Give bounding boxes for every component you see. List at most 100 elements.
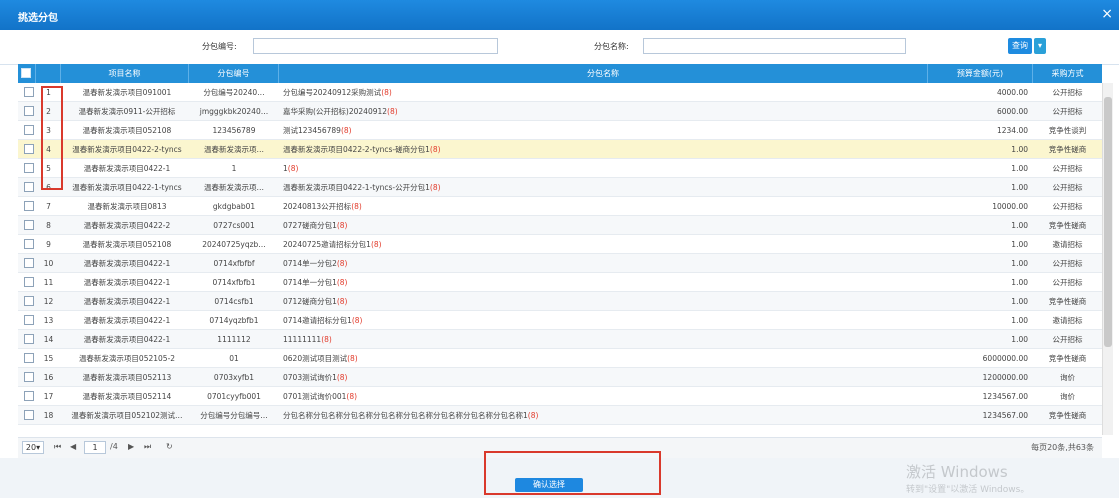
page-size-select[interactable]: 20▾	[22, 441, 44, 454]
row-package-name-text: 20240725邀请招标分包1	[283, 240, 371, 249]
row-budget: 1.00	[1011, 240, 1028, 249]
table-row[interactable]: 2 温春新发演示0911-公开招标 jmgggkbk20240… 嘉华采购(公开…	[18, 102, 1102, 121]
table-row[interactable]: 9 温春新发演示项目052108 20240725yqzb… 20240725邀…	[18, 235, 1102, 254]
row-package-name: 0703测试询价1(8)	[283, 368, 923, 387]
row-checkbox[interactable]	[24, 410, 34, 420]
row-package-name: 20240725邀请招标分包1(8)	[283, 235, 923, 254]
row-method: 竞争性谈判	[1048, 126, 1087, 135]
row-checkbox[interactable]	[24, 315, 34, 325]
table-row[interactable]: 16 温春新发演示项目052113 0703xyfb1 0703测试询价1(8)…	[18, 368, 1102, 387]
table-row[interactable]: 17 温春新发演示项目052114 0701cyyfb001 0701测试询价0…	[18, 387, 1102, 406]
row-package-name-text: 20240813公开招标	[283, 202, 352, 211]
row-package-name: 20240813公开招标(8)	[283, 197, 923, 216]
row-package-name-mark: (8)	[336, 373, 348, 382]
row-budget: 1200000.00	[982, 373, 1028, 382]
table-body: 1 温春新发演示项目091001 分包编号20240… 分包编号20240912…	[18, 83, 1102, 425]
row-method: 公开招标	[1052, 278, 1083, 287]
row-method: 公开招标	[1052, 107, 1083, 116]
row-project-name: 温春新发演示项目0422-1	[83, 164, 171, 173]
row-checkbox[interactable]	[24, 296, 34, 306]
row-package-name-mark: (8)	[351, 316, 363, 325]
search-button[interactable]: 查询	[1008, 38, 1032, 54]
table-row[interactable]: 8 温春新发演示项目0422-2 0727cs001 0727磋商分包1(8) …	[18, 216, 1102, 235]
row-checkbox[interactable]	[24, 87, 34, 97]
chevron-down-icon[interactable]: ▾	[1034, 38, 1046, 54]
row-checkbox[interactable]	[24, 144, 34, 154]
first-page-icon[interactable]: ⏮	[54, 442, 61, 452]
header-project-name[interactable]: 项目名称	[61, 64, 189, 83]
table-row[interactable]: 12 温春新发演示项目0422-1 0714csfb1 0712磋商分包1(8)…	[18, 292, 1102, 311]
row-package-name-mark: (8)	[387, 107, 398, 116]
table-row[interactable]: 13 温春新发演示项目0422-1 0714yqzbfb1 0714邀请招标分包…	[18, 311, 1102, 330]
row-index: 9	[46, 240, 51, 249]
row-checkbox[interactable]	[24, 239, 34, 249]
row-package-no: 0714csfb1	[214, 297, 254, 306]
select-all-checkbox[interactable]	[21, 68, 31, 78]
table-row[interactable]: 1 温春新发演示项目091001 分包编号20240… 分包编号20240912…	[18, 83, 1102, 102]
row-package-name-mark: (8)	[429, 183, 441, 192]
header-package-name[interactable]: 分包名称	[279, 64, 928, 83]
row-project-name: 温春新发演示项目0422-1	[83, 335, 171, 344]
page-number-input[interactable]: 1	[84, 441, 106, 454]
table-row[interactable]: 10 温春新发演示项目0422-1 0714xfbfbf 0714单一分包2(8…	[18, 254, 1102, 273]
header-package-no[interactable]: 分包编号	[189, 64, 279, 83]
row-checkbox[interactable]	[24, 106, 34, 116]
last-page-icon[interactable]: ⏭	[144, 442, 151, 452]
row-package-name: 0727磋商分包1(8)	[283, 216, 923, 235]
prev-page-icon[interactable]: ◀	[70, 442, 76, 451]
table-row[interactable]: 14 温春新发演示项目0422-1 1111112 11111111(8) 1.…	[18, 330, 1102, 349]
table-row[interactable]: 18 温春新发演示项目052102测试… 分包编号分包编号… 分包名称分包名称分…	[18, 406, 1102, 425]
package-no-input[interactable]	[253, 38, 498, 54]
row-method: 竞争性磋商	[1048, 354, 1087, 363]
row-package-name-mark: (8)	[336, 278, 348, 287]
row-project-name: 温春新发演示项目0422-2-tyncs	[72, 145, 182, 154]
package-name-input[interactable]	[643, 38, 906, 54]
row-project-name: 温春新发演示0911-公开招标	[78, 107, 176, 116]
row-package-name-text: 0701测试询价001	[283, 392, 347, 401]
table-row[interactable]: 5 温春新发演示项目0422-1 1 1(8) 1.00 公开招标	[18, 159, 1102, 178]
row-method: 竞争性磋商	[1048, 221, 1087, 230]
row-checkbox[interactable]	[24, 182, 34, 192]
table-row[interactable]: 6 温春新发演示项目0422-1-tyncs 温春新发演示项… 温春新发演示项目…	[18, 178, 1102, 197]
row-checkbox[interactable]	[24, 353, 34, 363]
refresh-icon[interactable]: ↻	[166, 442, 173, 451]
table-row[interactable]: 15 温春新发演示项目052105-2 01 0620测试项目测试(8) 600…	[18, 349, 1102, 368]
row-index: 14	[43, 335, 54, 344]
row-checkbox[interactable]	[24, 220, 34, 230]
table-row[interactable]: 11 温春新发演示项目0422-1 0714xfbfb1 0714单一分包1(8…	[18, 273, 1102, 292]
row-index: 11	[43, 278, 54, 287]
table-row[interactable]: 3 温春新发演示项目052108 123456789 测试123456789(8…	[18, 121, 1102, 140]
table-scrollbar[interactable]	[1102, 83, 1113, 435]
row-budget: 6000000.00	[982, 354, 1028, 363]
row-method: 公开招标	[1052, 88, 1083, 97]
row-checkbox[interactable]	[24, 391, 34, 401]
row-budget: 1.00	[1011, 145, 1028, 154]
close-icon[interactable]: ×	[1101, 6, 1113, 22]
row-method: 竞争性磋商	[1048, 145, 1087, 154]
header-method[interactable]: 采购方式	[1033, 64, 1102, 83]
next-page-icon[interactable]: ▶	[128, 442, 134, 451]
table-row[interactable]: 4 温春新发演示项目0422-2-tyncs 温春新发演示项… 温春新发演示项目…	[18, 140, 1102, 159]
table-row[interactable]: 7 温春新发演示项目0813 gkdgbab01 20240813公开招标(8)…	[18, 197, 1102, 216]
row-budget: 1.00	[1011, 335, 1028, 344]
row-checkbox[interactable]	[24, 201, 34, 211]
row-checkbox[interactable]	[24, 277, 34, 287]
row-checkbox[interactable]	[24, 334, 34, 344]
row-package-no: 温春新发演示项…	[204, 183, 264, 192]
row-index: 15	[43, 354, 54, 363]
scrollbar-thumb[interactable]	[1104, 97, 1112, 347]
row-checkbox[interactable]	[24, 372, 34, 382]
row-package-name: 0620测试项目测试(8)	[283, 349, 923, 368]
row-method: 邀请招标	[1052, 316, 1083, 325]
row-package-name: 1(8)	[283, 159, 923, 178]
select-all-header[interactable]	[18, 64, 36, 83]
row-checkbox[interactable]	[24, 163, 34, 173]
row-package-name-mark: (8)	[370, 240, 382, 249]
row-project-name: 温春新发演示项目052102测试…	[71, 411, 183, 420]
row-checkbox[interactable]	[24, 125, 34, 135]
page-summary: 每页20条,共63条	[1031, 443, 1094, 452]
header-budget[interactable]: 预算金额(元)	[928, 64, 1033, 83]
row-checkbox[interactable]	[24, 258, 34, 268]
row-package-name-mark: (8)	[336, 297, 348, 306]
row-package-name-mark: (8)	[287, 164, 299, 173]
